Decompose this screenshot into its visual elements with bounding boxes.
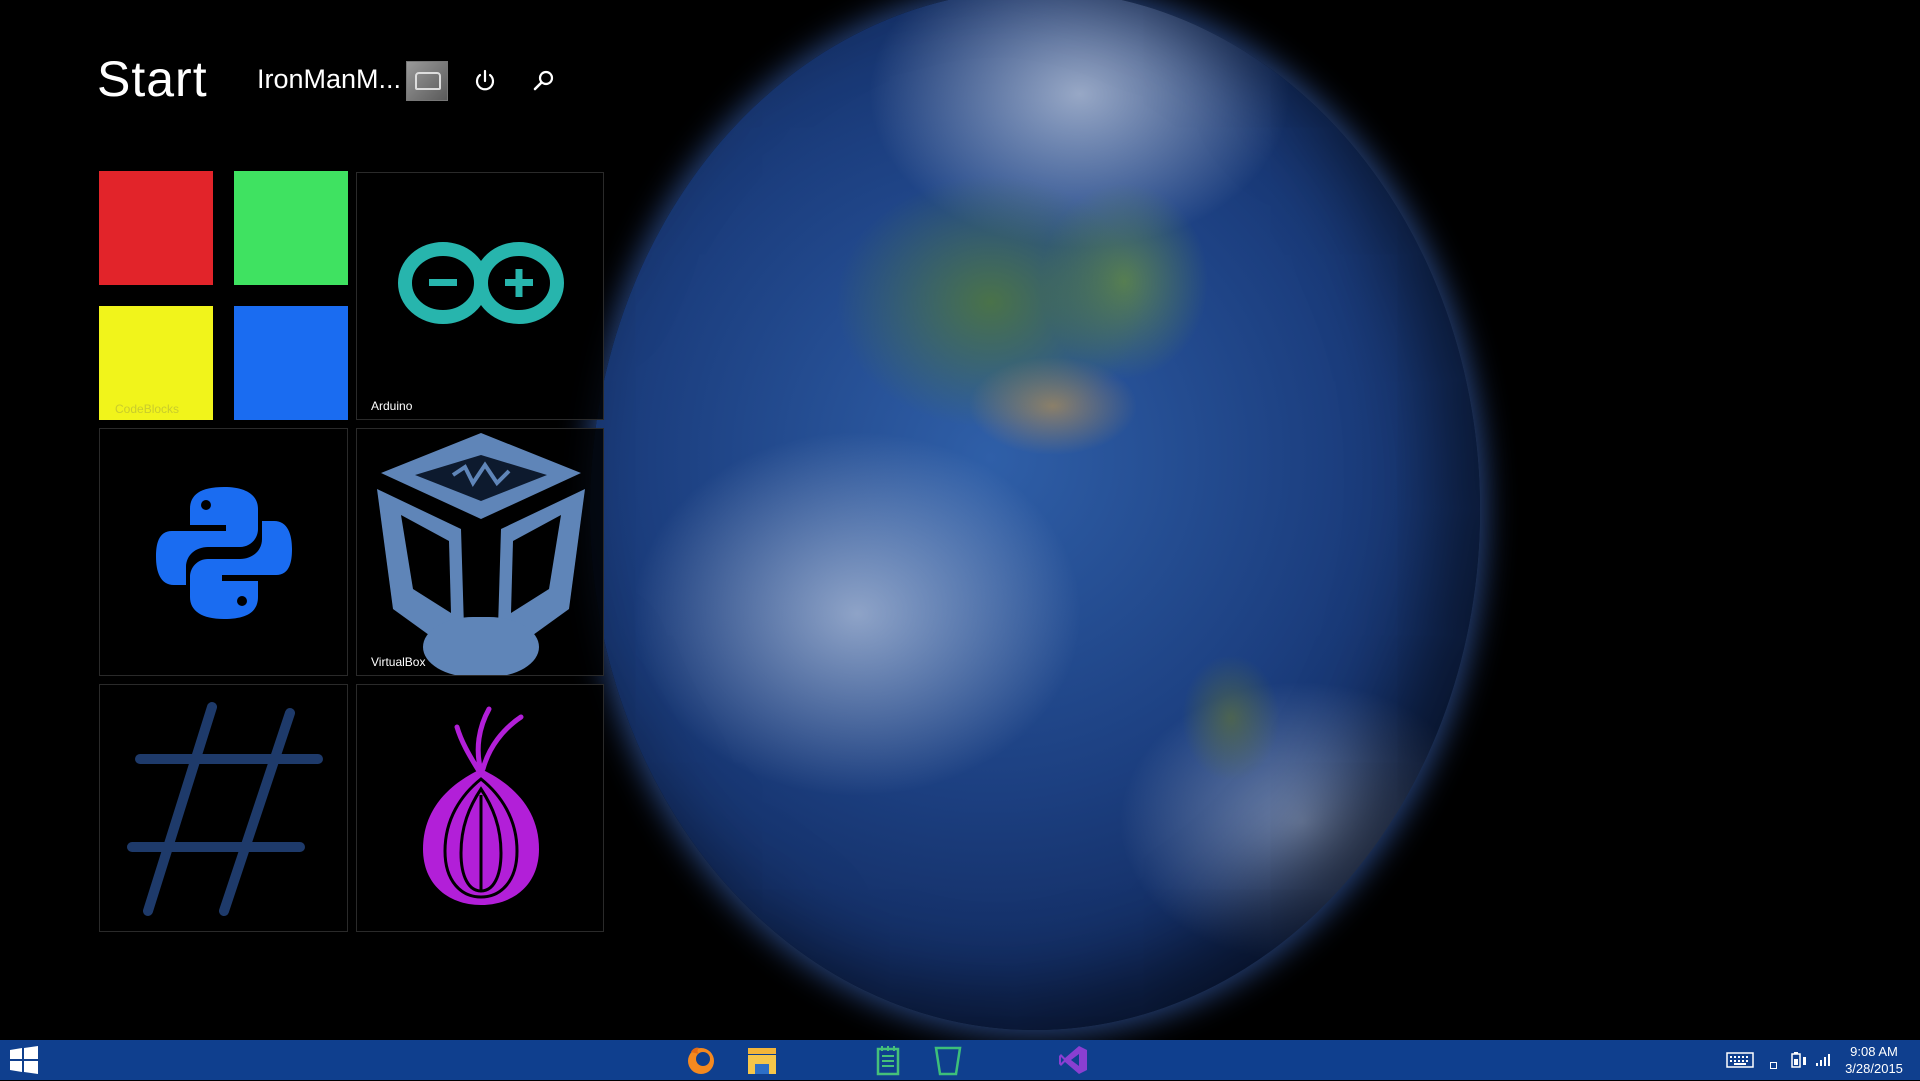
keyboard-icon (1726, 1052, 1754, 1068)
tile-tor[interactable] (356, 684, 604, 932)
tile-virtualbox[interactable]: VirtualBox (356, 428, 604, 676)
power-icon (475, 69, 495, 91)
taskbar: 9:08 AM 3/28/2015 (0, 1040, 1920, 1080)
start-title: Start (97, 51, 208, 107)
touch-keyboard-button[interactable] (1726, 1052, 1754, 1068)
windows-logo-icon (10, 1046, 38, 1074)
codeblocks-green-square (234, 171, 348, 285)
show-hidden-icons-button[interactable] (1770, 1056, 1777, 1069)
tor-onion-icon (423, 706, 539, 905)
tile-codeblocks[interactable]: CodeBlocks (99, 171, 348, 420)
user-name[interactable]: IronManM... (257, 64, 401, 95)
search-button[interactable] (529, 66, 559, 96)
file-explorer-icon (748, 1048, 776, 1074)
search-icon (533, 70, 554, 91)
notepad-icon (876, 1046, 900, 1076)
network-status[interactable] (1815, 1053, 1831, 1067)
firefox-icon (688, 1047, 714, 1074)
tile-label: Arduino (371, 399, 413, 413)
clock-date: 3/28/2015 (1845, 1061, 1903, 1076)
avatar[interactable] (406, 61, 448, 101)
arduino-icon (398, 242, 564, 324)
power-button[interactable] (470, 66, 500, 96)
desktop: Start IronManM... CodeBlocks Arduino Vir… (0, 0, 1920, 1040)
start-button[interactable] (10, 1046, 40, 1074)
taskbar-firefox[interactable] (685, 1044, 717, 1076)
clock-time: 9:08 AM (1850, 1044, 1898, 1059)
taskbar-file-explorer[interactable] (746, 1044, 778, 1076)
python-icon (156, 487, 292, 619)
virtualbox-icon (377, 433, 585, 675)
visual-studio-icon (1059, 1046, 1087, 1074)
battery-icon (1791, 1052, 1806, 1068)
clock[interactable]: 9:08 AM 3/28/2015 (1838, 1043, 1910, 1077)
taskbar-recycle-bin[interactable] (932, 1044, 964, 1076)
tile-label: CodeBlocks (115, 402, 180, 416)
taskbar-notepad[interactable] (872, 1044, 904, 1076)
tile-hash[interactable] (99, 684, 348, 932)
tile-python[interactable] (99, 428, 348, 676)
earth-wallpaper (590, 0, 1480, 1030)
show-hidden-icons-icon (1770, 1062, 1777, 1069)
tile-arduino[interactable]: Arduino (356, 172, 604, 420)
codeblocks-blue-square (234, 306, 348, 420)
recycle-bin-icon (934, 1046, 962, 1076)
signal-icon (1816, 1054, 1830, 1066)
tile-label: VirtualBox (371, 655, 426, 669)
hash-icon (127, 702, 323, 916)
battery-status[interactable] (1791, 1051, 1807, 1069)
codeblocks-red-square (99, 171, 213, 285)
taskbar-visual-studio[interactable] (1057, 1044, 1089, 1076)
